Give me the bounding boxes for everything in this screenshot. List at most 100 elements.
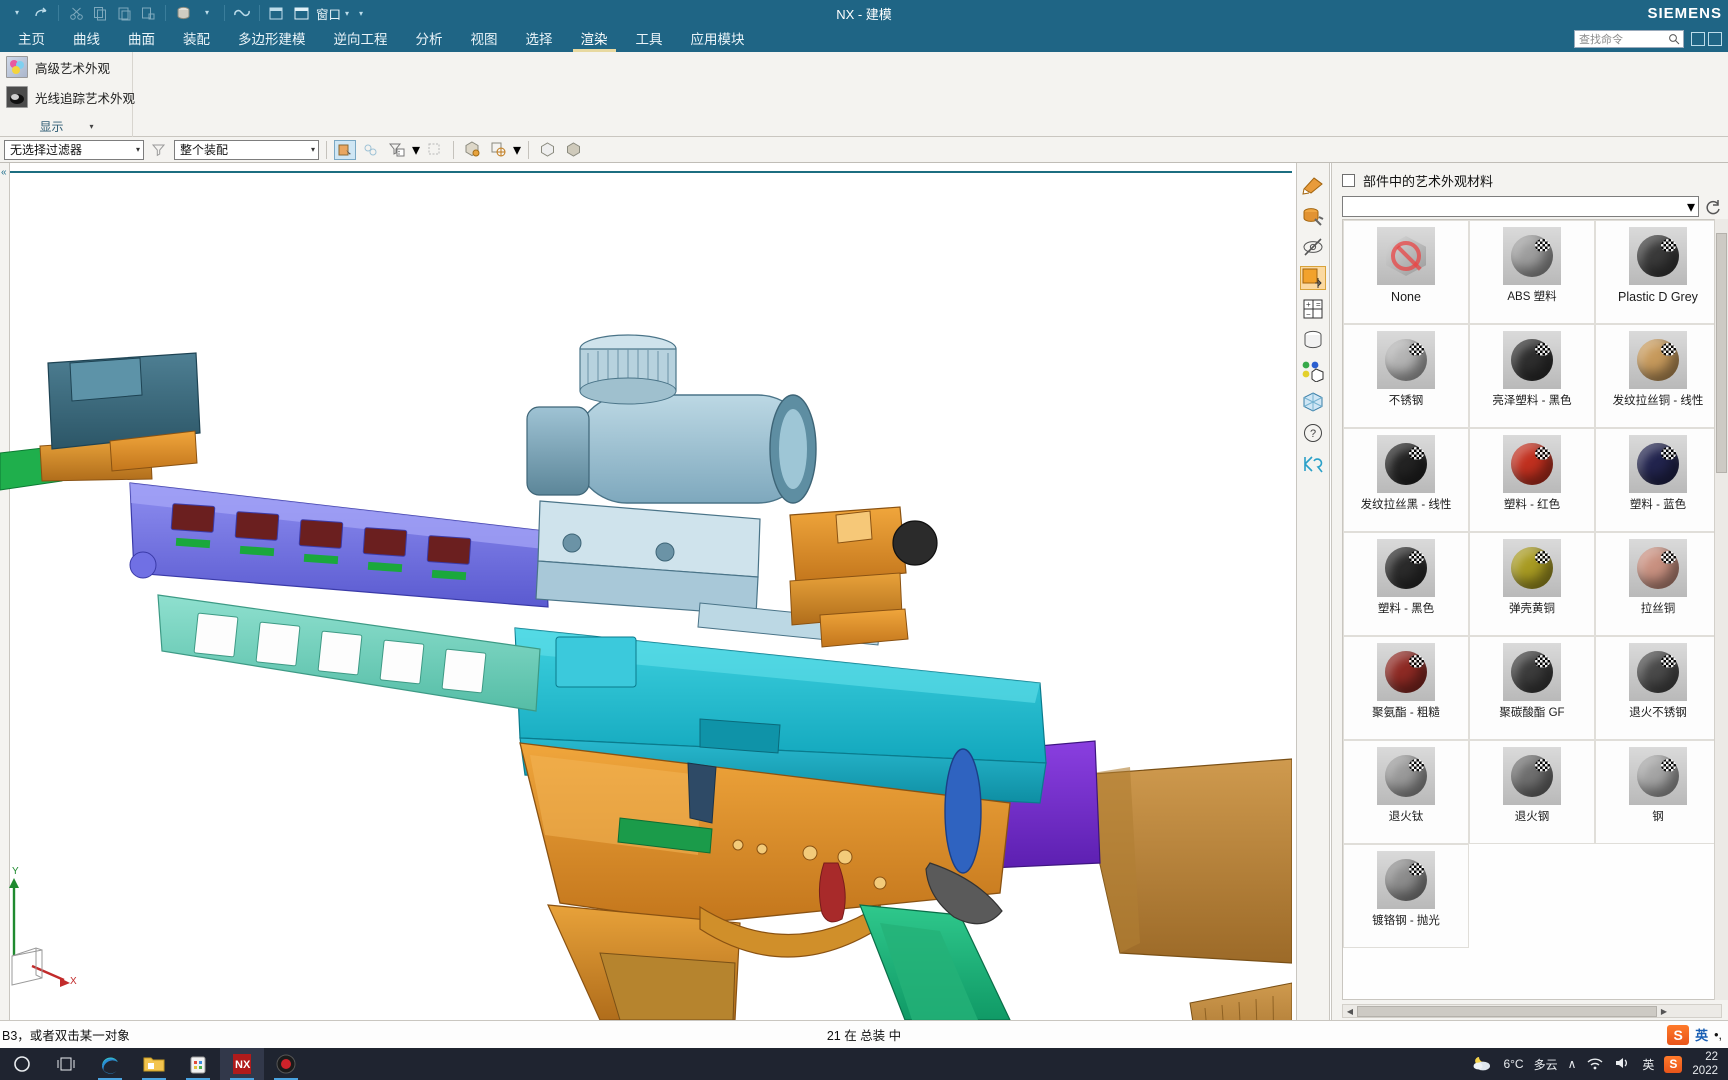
material-cell[interactable]: 塑料 - 黑色 (1343, 532, 1469, 636)
material-cell[interactable]: 聚碳酸酯 GF (1469, 636, 1595, 740)
material-cell[interactable]: 发纹拉丝铜 - 线性 (1595, 324, 1721, 428)
tab-8[interactable]: 选择 (512, 26, 567, 52)
parts-materials-checkbox[interactable] (1342, 174, 1355, 187)
tab-7[interactable]: 视图 (457, 26, 512, 52)
wireframe-icon[interactable] (536, 140, 558, 160)
wifi-icon[interactable] (1586, 1056, 1604, 1073)
material-cell[interactable]: 钢 (1595, 740, 1721, 844)
material-cell[interactable]: 不锈钢 (1343, 324, 1469, 428)
material-cell[interactable]: 退火钢 (1469, 740, 1595, 844)
tab-9[interactable]: 渲染 (567, 26, 622, 52)
material-cell[interactable]: None (1343, 220, 1469, 324)
cut-icon[interactable] (65, 2, 87, 24)
tab-1[interactable]: 曲线 (59, 26, 114, 52)
material-search-combo[interactable]: ▾ (1342, 196, 1699, 217)
filter-icon[interactable] (148, 140, 170, 160)
add-remove-icon[interactable]: + = − (1300, 297, 1326, 321)
material-grid-horizontal-scrollbar[interactable]: ◀ ▶ (1342, 1004, 1722, 1018)
select-body-icon[interactable] (461, 140, 483, 160)
ribbon-group-caret[interactable]: ▾ (90, 122, 94, 131)
material-cell[interactable]: 镀铬钢 - 抛光 (1343, 844, 1469, 948)
snap-point-caret[interactable]: ▾ (513, 140, 521, 160)
window-icon[interactable] (290, 2, 312, 24)
material-cell[interactable]: 聚氨酯 - 粗糙 (1343, 636, 1469, 740)
material-cell[interactable]: 拉丝铜 (1595, 532, 1721, 636)
tab-11[interactable]: 应用模块 (677, 26, 759, 52)
art-appearance-icon[interactable] (1300, 173, 1326, 197)
redo-icon[interactable] (30, 2, 52, 24)
material-cell[interactable]: 弹壳黄铜 (1469, 532, 1595, 636)
clock[interactable]: 22 2022 (1692, 1050, 1718, 1078)
material-grid-vertical-scrollbar[interactable] (1714, 219, 1728, 1000)
copy-icon[interactable] (89, 2, 111, 24)
model-caret[interactable]: ▾ (196, 2, 218, 24)
assign-material-icon[interactable] (1300, 266, 1326, 290)
cube-icon[interactable] (1300, 390, 1326, 414)
paste-special-icon[interactable] (137, 2, 159, 24)
store-icon[interactable] (176, 1048, 220, 1080)
help-icon[interactable]: ? (1300, 421, 1326, 445)
link-icon[interactable] (231, 2, 253, 24)
hscroll-right-arrow[interactable]: ▶ (1657, 1005, 1671, 1017)
customize-icon[interactable] (1300, 452, 1326, 476)
tab-0[interactable]: 主页 (4, 26, 59, 52)
ribbon-item-ray-traced-art-appearance[interactable]: 光线追踪艺术外观 (0, 82, 135, 112)
tab-3[interactable]: 装配 (169, 26, 224, 52)
window-menu-label[interactable]: 窗口 (316, 4, 341, 23)
recorder-icon[interactable] (264, 1048, 308, 1080)
select-face-icon[interactable] (424, 140, 446, 160)
qat-dropdown-caret[interactable]: ▾ (6, 2, 28, 24)
material-cell[interactable]: 塑料 - 红色 (1469, 428, 1595, 532)
model-cylinder-icon[interactable] (172, 2, 194, 24)
material-cell[interactable]: 退火不锈钢 (1595, 636, 1721, 740)
ribbon-item-advanced-art-appearance[interactable]: 高级艺术外观 (0, 52, 132, 82)
rifle-assembly-model[interactable] (0, 163, 1292, 1020)
material-cell[interactable]: 亮泽塑料 - 黑色 (1469, 324, 1595, 428)
tray-ime-label[interactable]: 英 (1642, 1056, 1654, 1073)
refresh-icon[interactable] (1704, 198, 1722, 216)
tray-expand-chevron[interactable]: ∧ (1568, 1057, 1577, 1071)
tray-sogou-icon[interactable]: S (1664, 1055, 1683, 1073)
filter-list-icon[interactable] (386, 140, 408, 160)
material-cell[interactable]: 塑料 - 蓝色 (1595, 428, 1721, 532)
material-cell[interactable]: 退火钛 (1343, 740, 1469, 844)
hide-icon[interactable] (1300, 235, 1326, 259)
edge-icon[interactable] (88, 1048, 132, 1080)
window-tile-icon[interactable] (266, 2, 288, 24)
hscroll-left-arrow[interactable]: ◀ (1343, 1005, 1357, 1017)
window-menu-caret[interactable]: ▾ (345, 9, 349, 18)
paste-icon[interactable] (113, 2, 135, 24)
select-feature-icon[interactable] (360, 140, 382, 160)
filter-list-caret[interactable]: ▾ (412, 140, 420, 160)
graphics-viewport[interactable]: « Y X (0, 163, 1292, 1020)
tab-5[interactable]: 逆向工程 (320, 26, 402, 52)
select-general-icon[interactable] (334, 139, 356, 160)
tab-10[interactable]: 工具 (622, 26, 677, 52)
cylinder-icon[interactable] (1300, 328, 1326, 352)
vscroll-thumb[interactable] (1716, 233, 1727, 473)
material-cell[interactable]: 发纹拉丝黑 - 线性 (1343, 428, 1469, 532)
material-cell[interactable]: ABS 塑料 (1469, 220, 1595, 324)
maximize-button[interactable] (1708, 32, 1722, 46)
material-cell[interactable]: Plastic D Grey (1595, 220, 1721, 324)
color-palette-icon[interactable] (1300, 359, 1326, 383)
tab-4[interactable]: 多边形建模 (224, 26, 320, 52)
material-grid-container[interactable]: None ABS 塑料 Plastic D Grey 不锈钢 亮泽塑料 - 黑色 发纹拉丝… (1342, 219, 1722, 1000)
volume-icon[interactable] (1614, 1056, 1632, 1073)
material-setup-icon[interactable] (1300, 204, 1326, 228)
file-explorer-icon[interactable] (132, 1048, 176, 1080)
snap-point-icon[interactable] (487, 140, 509, 160)
selection-filter-combo[interactable]: 无选择过滤器 ▾ (4, 139, 144, 160)
start-button[interactable] (0, 1048, 44, 1080)
selection-scope-combo[interactable]: 整个装配 ▾ (174, 139, 319, 160)
command-search-input[interactable]: 查找命令 (1574, 30, 1684, 48)
minimize-button[interactable] (1691, 32, 1705, 46)
nx-icon[interactable]: NX (220, 1048, 264, 1080)
task-view-button[interactable] (44, 1048, 88, 1080)
tab-6[interactable]: 分析 (402, 26, 457, 52)
shaded-icon[interactable] (562, 140, 584, 160)
ribbon-group-footer[interactable]: 显示 ▾ (0, 118, 133, 135)
tab-2[interactable]: 曲面 (114, 26, 169, 52)
qat-overflow-caret[interactable]: ▾ (359, 9, 363, 18)
hscroll-thumb[interactable] (1357, 1005, 1657, 1017)
